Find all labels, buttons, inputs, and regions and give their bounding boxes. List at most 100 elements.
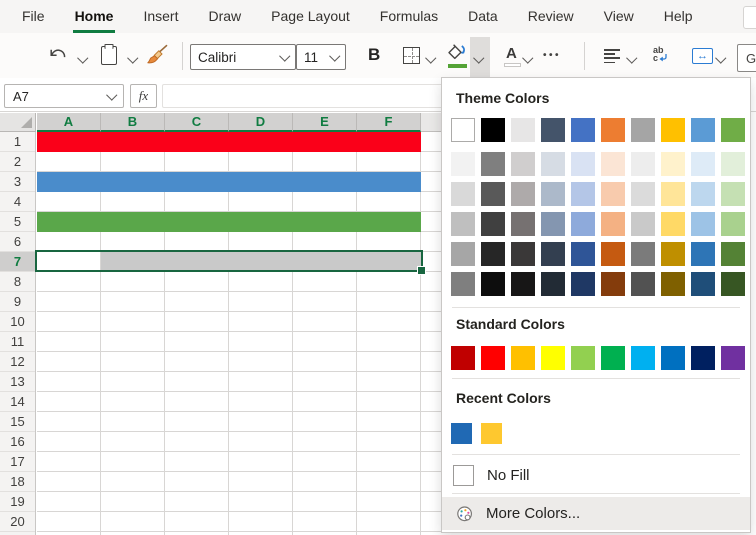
theme-color-swatch[interactable] xyxy=(541,118,565,142)
ribbon-tab-formulas[interactable]: Formulas xyxy=(380,0,438,33)
ribbon-tab-view[interactable]: View xyxy=(604,0,634,33)
row-header-17[interactable]: 17 xyxy=(0,452,35,472)
column-header-f[interactable]: F xyxy=(357,113,421,132)
row-header-3[interactable]: 3 xyxy=(0,172,35,192)
align-chevron-icon[interactable] xyxy=(626,52,637,63)
theme-variant-swatch[interactable] xyxy=(691,272,715,296)
theme-variant-swatch[interactable] xyxy=(601,182,625,206)
font-color-chevron-icon[interactable] xyxy=(522,52,533,63)
more-colors-item[interactable]: More Colors... xyxy=(442,497,750,530)
row-header-6[interactable]: 6 xyxy=(0,232,35,252)
row-header-4[interactable]: 4 xyxy=(0,192,35,212)
standard-color-swatch[interactable] xyxy=(541,346,565,370)
theme-variant-swatch[interactable] xyxy=(481,152,505,176)
theme-variant-swatch[interactable] xyxy=(541,272,565,296)
column-header-d[interactable]: D xyxy=(229,113,293,132)
row-header-8[interactable]: 8 xyxy=(0,272,35,292)
theme-color-swatch[interactable] xyxy=(721,118,745,142)
font-name-select[interactable]: Calibri xyxy=(190,44,296,70)
ribbon-tab-review[interactable]: Review xyxy=(528,0,574,33)
theme-variant-swatch[interactable] xyxy=(571,242,595,266)
theme-variant-swatch[interactable] xyxy=(451,152,475,176)
theme-variant-swatch[interactable] xyxy=(451,242,475,266)
row-header-14[interactable]: 14 xyxy=(0,392,35,412)
more-options-button[interactable]: ••• xyxy=(543,50,561,61)
theme-color-swatch[interactable] xyxy=(451,118,475,142)
theme-color-swatch[interactable] xyxy=(691,118,715,142)
undo-button[interactable] xyxy=(47,45,68,69)
bold-button[interactable]: B xyxy=(368,45,380,65)
theme-variant-swatch[interactable] xyxy=(541,182,565,206)
font-size-select[interactable]: 11 xyxy=(296,44,346,70)
standard-color-swatch[interactable] xyxy=(631,346,655,370)
ribbon-tab-draw[interactable]: Draw xyxy=(208,0,241,33)
theme-color-swatch[interactable] xyxy=(631,118,655,142)
standard-color-swatch[interactable] xyxy=(721,346,745,370)
theme-variant-swatch[interactable] xyxy=(721,242,745,266)
theme-variant-swatch[interactable] xyxy=(571,272,595,296)
standard-color-swatch[interactable] xyxy=(451,346,475,370)
theme-variant-swatch[interactable] xyxy=(511,212,535,236)
row-header-11[interactable]: 11 xyxy=(0,332,35,352)
number-format-button[interactable]: G xyxy=(737,44,756,72)
theme-variant-swatch[interactable] xyxy=(541,242,565,266)
theme-variant-swatch[interactable] xyxy=(571,182,595,206)
theme-variant-swatch[interactable] xyxy=(721,152,745,176)
no-fill-item[interactable]: No Fill xyxy=(442,459,750,492)
standard-color-swatch[interactable] xyxy=(601,346,625,370)
column-header-a[interactable]: A xyxy=(37,113,101,132)
theme-variant-swatch[interactable] xyxy=(451,272,475,296)
theme-variant-swatch[interactable] xyxy=(541,212,565,236)
theme-variant-swatch[interactable] xyxy=(481,242,505,266)
borders-button[interactable] xyxy=(403,47,420,64)
row-header-5[interactable]: 5 xyxy=(0,212,35,232)
theme-variant-swatch[interactable] xyxy=(721,182,745,206)
theme-variant-swatch[interactable] xyxy=(661,212,685,236)
ribbon-tab-page-layout[interactable]: Page Layout xyxy=(271,0,350,33)
theme-variant-swatch[interactable] xyxy=(601,272,625,296)
theme-variant-swatch[interactable] xyxy=(511,152,535,176)
theme-variant-swatch[interactable] xyxy=(631,242,655,266)
theme-variant-swatch[interactable] xyxy=(631,212,655,236)
recent-color-swatch[interactable] xyxy=(481,423,502,444)
theme-color-swatch[interactable] xyxy=(601,118,625,142)
standard-color-swatch[interactable] xyxy=(481,346,505,370)
theme-variant-swatch[interactable] xyxy=(691,242,715,266)
align-button[interactable] xyxy=(604,49,620,63)
theme-variant-swatch[interactable] xyxy=(721,212,745,236)
theme-variant-swatch[interactable] xyxy=(631,272,655,296)
theme-variant-swatch[interactable] xyxy=(481,212,505,236)
theme-color-swatch[interactable] xyxy=(481,118,505,142)
insert-function-button[interactable]: fx xyxy=(130,84,157,108)
theme-variant-swatch[interactable] xyxy=(481,272,505,296)
theme-variant-swatch[interactable] xyxy=(571,152,595,176)
theme-variant-swatch[interactable] xyxy=(691,182,715,206)
merge-chevron-icon[interactable] xyxy=(715,52,726,63)
row-header-10[interactable]: 10 xyxy=(0,312,35,332)
ribbon-tab-file[interactable]: File xyxy=(22,0,45,33)
theme-variant-swatch[interactable] xyxy=(451,182,475,206)
undo-chevron-icon[interactable] xyxy=(77,52,88,63)
theme-variant-swatch[interactable] xyxy=(571,212,595,236)
theme-variant-swatch[interactable] xyxy=(511,272,535,296)
row-header-13[interactable]: 13 xyxy=(0,372,35,392)
grid-canvas[interactable] xyxy=(37,132,441,535)
theme-color-swatch[interactable] xyxy=(661,118,685,142)
wrap-text-button[interactable]: ab c xyxy=(653,46,675,62)
theme-variant-swatch[interactable] xyxy=(511,242,535,266)
row-header-18[interactable]: 18 xyxy=(0,472,35,492)
name-box[interactable]: A7 xyxy=(4,84,124,108)
window-edge-button[interactable] xyxy=(743,6,756,29)
theme-variant-swatch[interactable] xyxy=(511,182,535,206)
select-all-corner[interactable] xyxy=(0,113,36,132)
font-color-button[interactable]: A xyxy=(506,45,517,62)
column-header-c[interactable]: C xyxy=(165,113,229,132)
recent-color-swatch[interactable] xyxy=(451,423,472,444)
column-header-b[interactable]: B xyxy=(101,113,165,132)
row-header-2[interactable]: 2 xyxy=(0,152,35,172)
standard-color-swatch[interactable] xyxy=(661,346,685,370)
ribbon-tab-data[interactable]: Data xyxy=(468,0,498,33)
formula-input[interactable] xyxy=(162,84,452,108)
fill-handle[interactable] xyxy=(417,266,426,275)
theme-color-swatch[interactable] xyxy=(571,118,595,142)
